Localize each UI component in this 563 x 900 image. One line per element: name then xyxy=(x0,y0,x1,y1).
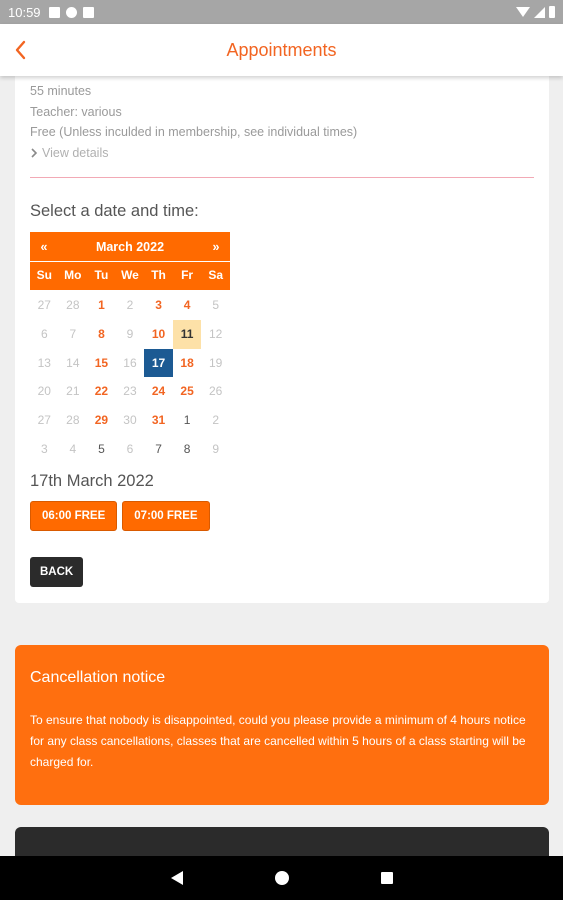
card-icon xyxy=(82,6,94,18)
selected-date-label: 17th March 2022 xyxy=(30,472,154,490)
calendar-day-available[interactable]: 1 xyxy=(87,291,116,320)
calendar-day-selected[interactable]: 17 xyxy=(144,348,173,378)
calendar-day-available[interactable]: 25 xyxy=(173,377,202,406)
class-duration: 55 minutes xyxy=(30,84,92,98)
weekday-label: Fr xyxy=(181,268,194,282)
navigation-bar xyxy=(0,856,563,900)
battery-icon xyxy=(549,6,555,18)
theme-icon xyxy=(65,6,77,18)
calendar-day: 20 xyxy=(37,384,51,399)
view-details-label: View details xyxy=(42,145,109,160)
notification-square-icon xyxy=(48,6,60,18)
calendar-day-available[interactable]: 10 xyxy=(144,320,173,349)
status-time: 10:59 xyxy=(8,4,41,20)
calendar-day: 27 xyxy=(37,413,51,428)
calendar-grid: 27 28 1 2 3 4 5 6 7 8 9 10 11 12 13 14 1… xyxy=(30,291,230,464)
status-bar: 10:59 xyxy=(0,0,563,24)
weekday-label: Mo xyxy=(64,268,82,282)
calendar-week: 27 28 29 30 31 1 2 xyxy=(30,406,230,435)
calendar-day-today: 11 xyxy=(172,319,202,349)
calendar-day: 28 xyxy=(66,413,80,428)
weekday-label: Su xyxy=(36,268,52,282)
class-price: Free (Unless inculded in membership, see… xyxy=(30,125,358,139)
select-date-label: Select a date and time: xyxy=(30,202,199,220)
calendar-week: 6 7 8 9 10 11 12 xyxy=(30,319,230,349)
calendar-day-available[interactable]: 15 xyxy=(87,349,116,378)
prev-month-button[interactable]: « xyxy=(30,240,58,254)
calendar-day: 12 xyxy=(208,326,223,341)
calendar-day: 2 xyxy=(126,298,134,312)
calendar-day: 16 xyxy=(123,355,137,370)
calendar-day: 6 xyxy=(126,441,134,456)
calendar-day-available[interactable]: 4 xyxy=(173,291,202,320)
calendar-day-available[interactable]: 3 xyxy=(144,291,173,320)
calendar-day: 19 xyxy=(208,355,223,370)
home-circle-icon[interactable] xyxy=(274,871,289,885)
weekday-label: Tu xyxy=(94,268,109,282)
cancellation-notice: Cancellation notice To ensure that nobod… xyxy=(15,645,549,805)
calendar: « March 2022 » Su Mo Tu We Th Fr Sa 27 2… xyxy=(30,232,230,464)
calendar-day: 6 xyxy=(40,326,48,341)
calendar-day: 26 xyxy=(208,384,223,399)
weekday-label: Sa xyxy=(208,268,223,282)
time-slot-button[interactable]: 06:00 FREE xyxy=(30,501,118,531)
calendar-day: 27 xyxy=(37,298,51,312)
calendar-day-available[interactable]: 18 xyxy=(173,349,202,378)
calendar-week: 13 14 15 16 17 18 19 xyxy=(30,348,230,378)
next-month-button[interactable]: » xyxy=(202,240,230,254)
calendar-day: 23 xyxy=(123,384,137,399)
recents-square-icon[interactable] xyxy=(380,872,393,884)
calendar-day-available[interactable]: 24 xyxy=(144,377,173,406)
wifi-icon xyxy=(516,7,530,17)
weekday-label: Th xyxy=(151,268,166,282)
class-teacher: Teacher: various xyxy=(30,104,122,119)
calendar-day-next-month[interactable]: 7 xyxy=(144,435,173,464)
chevron-right-icon xyxy=(31,148,38,158)
calendar-day: 5 xyxy=(212,298,219,312)
calendar-day: 9 xyxy=(126,326,134,341)
calendar-day-next-month[interactable]: 1 xyxy=(173,406,202,435)
calendar-day: 21 xyxy=(66,384,80,399)
calendar-day: 9 xyxy=(212,441,219,456)
calendar-week: 27 28 1 2 3 4 5 xyxy=(30,291,230,320)
app-bar: Appointments xyxy=(0,24,563,76)
status-right-icons xyxy=(516,6,555,18)
calendar-day-next-month[interactable]: 5 xyxy=(87,435,116,464)
calendar-day: 2 xyxy=(212,413,219,428)
section-divider xyxy=(30,177,534,178)
calendar-day-available[interactable]: 31 xyxy=(144,406,173,435)
signal-icon xyxy=(534,6,545,18)
calendar-day: 30 xyxy=(123,413,137,428)
back-button[interactable]: BACK xyxy=(30,557,84,587)
calendar-day: 13 xyxy=(37,355,51,370)
notice-title: Cancellation notice xyxy=(30,669,166,686)
notice-body: To ensure that nobody is disappointed, c… xyxy=(30,713,526,769)
weekday-label: We xyxy=(121,268,139,282)
back-triangle-icon[interactable] xyxy=(170,871,183,885)
calendar-week: 3 4 5 6 7 8 9 xyxy=(30,435,230,464)
view-details-link[interactable]: View details xyxy=(30,143,549,164)
calendar-header: « March 2022 » xyxy=(30,232,230,261)
calendar-weekdays: Su Mo Tu We Th Fr Sa xyxy=(30,261,230,290)
calendar-day: 3 xyxy=(40,441,48,456)
calendar-day: 4 xyxy=(69,441,77,456)
calendar-day-available[interactable]: 29 xyxy=(87,406,116,435)
calendar-day: 7 xyxy=(69,326,77,341)
calendar-day: 14 xyxy=(66,355,80,370)
page-title: Appointments xyxy=(226,39,337,60)
calendar-week: 20 21 22 23 24 25 26 xyxy=(30,377,230,406)
class-card: 55 minutes Teacher: various Free (Unless… xyxy=(15,76,549,603)
calendar-month-label: March 2022 xyxy=(95,239,165,254)
calendar-day-next-month[interactable]: 8 xyxy=(173,435,202,464)
chevron-left-icon[interactable] xyxy=(10,36,38,64)
calendar-day-available[interactable]: 8 xyxy=(87,320,116,349)
time-slot-button[interactable]: 07:00 FREE xyxy=(122,501,210,531)
calendar-day-available[interactable]: 22 xyxy=(87,377,116,406)
time-slot-list: 06:00 FREE 07:00 FREE xyxy=(30,501,210,531)
calendar-day: 28 xyxy=(66,298,80,312)
